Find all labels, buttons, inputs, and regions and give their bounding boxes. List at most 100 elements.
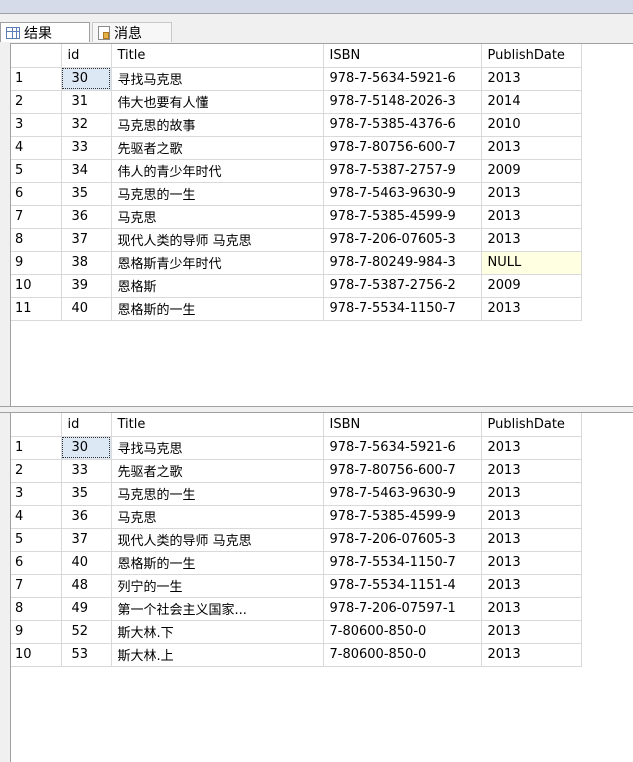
cell-id[interactable]: 53 bbox=[61, 643, 112, 667]
table-row[interactable]: 1 30 寻找马克思 978-7-5634-5921-6 2013 bbox=[11, 67, 582, 91]
row-number[interactable]: 1 bbox=[11, 436, 62, 460]
row-number[interactable]: 8 bbox=[11, 597, 62, 621]
table-row[interactable]: 3 35 马克思的一生 978-7-5463-9630-9 2013 bbox=[11, 482, 582, 506]
cell-title[interactable]: 恩格斯 bbox=[111, 274, 324, 298]
cell-id[interactable]: 35 bbox=[61, 482, 112, 506]
table-row[interactable]: 6 40 恩格斯的一生 978-7-5534-1150-7 2013 bbox=[11, 551, 582, 575]
table-row[interactable]: 2 33 先驱者之歌 978-7-80756-600-7 2013 bbox=[11, 459, 582, 483]
cell-title[interactable]: 寻找马克思 bbox=[111, 436, 324, 460]
table-row[interactable]: 7 36 马克思 978-7-5385-4599-9 2013 bbox=[11, 205, 582, 229]
cell-isbn[interactable]: 978-7-80249-984-3 bbox=[323, 251, 482, 275]
cell-id[interactable]: 37 bbox=[61, 228, 112, 252]
cell-publishdate[interactable]: 2013 bbox=[481, 67, 582, 91]
column-header-title[interactable]: Title bbox=[111, 44, 324, 68]
cell-isbn[interactable]: 7-80600-850-0 bbox=[323, 620, 482, 644]
table-row[interactable]: 9 38 恩格斯青少年时代 978-7-80249-984-3 NULL bbox=[11, 251, 582, 275]
cell-id[interactable]: 49 bbox=[61, 597, 112, 621]
table-row[interactable]: 2 31 伟大也要有人懂 978-7-5148-2026-3 2014 bbox=[11, 90, 582, 114]
cell-id[interactable]: 34 bbox=[61, 159, 112, 183]
table-row[interactable]: 7 48 列宁的一生 978-7-5534-1151-4 2013 bbox=[11, 574, 582, 598]
cell-isbn[interactable]: 978-7-5534-1151-4 bbox=[323, 574, 482, 598]
cell-publishdate[interactable]: 2010 bbox=[481, 113, 582, 137]
cell-isbn[interactable]: 978-7-5534-1150-7 bbox=[323, 297, 482, 321]
cell-publishdate[interactable]: 2013 bbox=[481, 551, 582, 575]
cell-isbn[interactable]: 978-7-5463-9630-9 bbox=[323, 482, 482, 506]
cell-isbn[interactable]: 978-7-5634-5921-6 bbox=[323, 436, 482, 460]
cell-isbn[interactable]: 978-7-206-07597-1 bbox=[323, 597, 482, 621]
cell-isbn[interactable]: 978-7-5463-9630-9 bbox=[323, 182, 482, 206]
column-header-publishdate[interactable]: PublishDate bbox=[481, 413, 582, 437]
table-row[interactable]: 4 33 先驱者之歌 978-7-80756-600-7 2013 bbox=[11, 136, 582, 160]
row-number[interactable]: 11 bbox=[11, 297, 62, 321]
column-header-isbn[interactable]: ISBN bbox=[323, 413, 482, 437]
cell-id[interactable]: 40 bbox=[61, 297, 112, 321]
table-row[interactable]: 10 53 斯大林.上 7-80600-850-0 2013 bbox=[11, 643, 582, 667]
cell-title[interactable]: 恩格斯的一生 bbox=[111, 297, 324, 321]
cell-publishdate[interactable]: 2013 bbox=[481, 205, 582, 229]
cell-publishdate[interactable]: 2013 bbox=[481, 297, 582, 321]
cell-title[interactable]: 伟大也要有人懂 bbox=[111, 90, 324, 114]
row-number[interactable]: 10 bbox=[11, 274, 62, 298]
row-number[interactable]: 5 bbox=[11, 528, 62, 552]
cell-publishdate[interactable]: 2013 bbox=[481, 136, 582, 160]
cell-title[interactable]: 斯大林.下 bbox=[111, 620, 324, 644]
cell-isbn[interactable]: 978-7-5387-2756-2 bbox=[323, 274, 482, 298]
cell-id[interactable]: 37 bbox=[61, 528, 112, 552]
cell-id[interactable]: 32 bbox=[61, 113, 112, 137]
table-row[interactable]: 8 37 现代人类的导师 马克思 978-7-206-07605-3 2013 bbox=[11, 228, 582, 252]
table-row[interactable]: 4 36 马克思 978-7-5385-4599-9 2013 bbox=[11, 505, 582, 529]
cell-title[interactable]: 列宁的一生 bbox=[111, 574, 324, 598]
cell-id[interactable]: 40 bbox=[61, 551, 112, 575]
cell-publishdate[interactable]: 2013 bbox=[481, 597, 582, 621]
cell-id[interactable]: 39 bbox=[61, 274, 112, 298]
row-number[interactable]: 5 bbox=[11, 159, 62, 183]
cell-publishdate[interactable]: 2013 bbox=[481, 182, 582, 206]
cell-id[interactable]: 36 bbox=[61, 505, 112, 529]
cell-publishdate[interactable]: 2013 bbox=[481, 643, 582, 667]
cell-title[interactable]: 马克思的一生 bbox=[111, 182, 324, 206]
cell-isbn[interactable]: 978-7-5387-2757-9 bbox=[323, 159, 482, 183]
cell-isbn[interactable]: 7-80600-850-0 bbox=[323, 643, 482, 667]
cell-title[interactable]: 恩格斯的一生 bbox=[111, 551, 324, 575]
cell-publishdate[interactable]: 2013 bbox=[481, 528, 582, 552]
row-number[interactable]: 8 bbox=[11, 228, 62, 252]
cell-isbn[interactable]: 978-7-5148-2026-3 bbox=[323, 90, 482, 114]
cell-publishdate[interactable]: NULL bbox=[481, 251, 582, 275]
cell-isbn[interactable]: 978-7-5385-4376-6 bbox=[323, 113, 482, 137]
cell-title[interactable]: 先驱者之歌 bbox=[111, 459, 324, 483]
cell-publishdate[interactable]: 2013 bbox=[481, 620, 582, 644]
cell-publishdate[interactable]: 2013 bbox=[481, 459, 582, 483]
cell-publishdate[interactable]: 2014 bbox=[481, 90, 582, 114]
row-number[interactable]: 4 bbox=[11, 505, 62, 529]
row-number[interactable]: 4 bbox=[11, 136, 62, 160]
cell-publishdate[interactable]: 2009 bbox=[481, 159, 582, 183]
row-number[interactable]: 9 bbox=[11, 620, 62, 644]
table-row[interactable]: 5 34 伟人的青少年时代 978-7-5387-2757-9 2009 bbox=[11, 159, 582, 183]
row-number[interactable]: 1 bbox=[11, 67, 62, 91]
column-header-publishdate[interactable]: PublishDate bbox=[481, 44, 582, 68]
cell-title[interactable]: 寻找马克思 bbox=[111, 67, 324, 91]
column-header-id[interactable]: id bbox=[61, 413, 112, 437]
cell-publishdate[interactable]: 2013 bbox=[481, 436, 582, 460]
cell-publishdate[interactable]: 2013 bbox=[481, 482, 582, 506]
cell-publishdate[interactable]: 2013 bbox=[481, 228, 582, 252]
table-row[interactable]: 6 35 马克思的一生 978-7-5463-9630-9 2013 bbox=[11, 182, 582, 206]
result-grid-1[interactable]: id Title ISBN PublishDate 1 30 寻找马克思 978-7-… bbox=[10, 43, 633, 406]
cell-isbn[interactable]: 978-7-80756-600-7 bbox=[323, 136, 482, 160]
column-header-title[interactable]: Title bbox=[111, 413, 324, 437]
cell-publishdate[interactable]: 2013 bbox=[481, 574, 582, 598]
cell-isbn[interactable]: 978-7-5385-4599-9 bbox=[323, 205, 482, 229]
result-grid-2[interactable]: id Title ISBN PublishDate 1 30 寻找马克思 978-7-… bbox=[10, 413, 633, 762]
cell-id[interactable]: 48 bbox=[61, 574, 112, 598]
cell-publishdate[interactable]: 2009 bbox=[481, 274, 582, 298]
row-number[interactable]: 3 bbox=[11, 113, 62, 137]
tab-messages[interactable]: 消息 bbox=[92, 22, 172, 42]
column-header-id[interactable]: id bbox=[61, 44, 112, 68]
row-number[interactable]: 7 bbox=[11, 205, 62, 229]
table-row[interactable]: 9 52 斯大林.下 7-80600-850-0 2013 bbox=[11, 620, 582, 644]
cell-isbn[interactable]: 978-7-206-07605-3 bbox=[323, 228, 482, 252]
row-number-header[interactable] bbox=[11, 413, 62, 437]
cell-id[interactable]: 31 bbox=[61, 90, 112, 114]
cell-title[interactable]: 马克思 bbox=[111, 205, 324, 229]
cell-id[interactable]: 35 bbox=[61, 182, 112, 206]
